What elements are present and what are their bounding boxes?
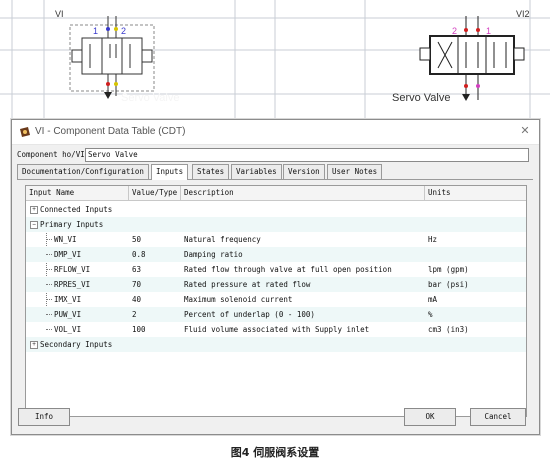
tab-inputs[interactable]: Inputs	[151, 164, 189, 180]
left-valve-id: VI	[55, 9, 64, 19]
input-name: RPRES_VI	[54, 280, 91, 289]
right-port-1: 1	[486, 26, 492, 36]
input-name: RFLOW_VI	[54, 265, 91, 274]
group-row-connected-inputs[interactable]: + Connected Inputs	[26, 202, 526, 217]
group-row-primary-inputs[interactable]: − Primary Inputs	[26, 217, 526, 232]
tab-divider	[17, 179, 533, 180]
input-name: VOL_VI	[54, 325, 82, 334]
input-value[interactable]: 100	[132, 322, 146, 337]
grid-header: Input Name Value/Type Description Units	[26, 186, 526, 201]
table-row[interactable]: RPRES_VI 70 Rated pressure at rated flow…	[26, 277, 526, 292]
input-description: Fluid volume associated with Supply inle…	[184, 325, 370, 334]
input-description: Natural frequency	[184, 235, 261, 244]
table-row[interactable]: VOL_VI 100 Fluid volume associated with …	[26, 322, 526, 337]
column-header-input-name[interactable]: Input Name	[26, 186, 129, 200]
ok-button[interactable]: OK	[404, 408, 456, 426]
right-valve-label: Servo Valve	[392, 92, 451, 104]
left-port-2: 2	[121, 26, 127, 36]
dialog-title: VI - Component Data Table (CDT)	[35, 126, 186, 137]
input-description: Rated pressure at rated flow	[184, 280, 311, 289]
group-label: Primary Inputs	[40, 220, 104, 229]
tab-variables[interactable]: Variables	[231, 164, 282, 179]
info-button[interactable]: Info	[18, 408, 70, 426]
input-units: lpm (gpm)	[428, 265, 469, 274]
column-header-value-type[interactable]: Value/Type	[129, 186, 181, 200]
component-name-field[interactable]: Servo Valve	[85, 148, 529, 162]
close-icon: ✕	[520, 124, 530, 137]
input-name: PUW_VI	[54, 310, 82, 319]
dialog-titlebar[interactable]: VI - Component Data Table (CDT) ✕	[12, 120, 539, 145]
tab-version[interactable]: Version	[283, 164, 325, 179]
component-label: Component ho/VI	[17, 150, 85, 159]
app-icon	[20, 127, 30, 137]
tree-branch	[46, 269, 52, 270]
input-units: mA	[428, 295, 438, 304]
table-row[interactable]: PUW_VI 2 Percent of underlap (0 - 100) %	[26, 307, 526, 322]
input-units: cm3 (in3)	[428, 325, 469, 334]
input-value[interactable]: 0.8	[132, 247, 146, 262]
tree-branch	[46, 239, 52, 240]
input-value[interactable]: 63	[132, 262, 141, 277]
tree-branch	[46, 254, 52, 255]
input-value[interactable]: 2	[132, 307, 137, 322]
schematic-canvas: VI VI2 1 2 2 1 Servo Valve Servo Valve	[0, 0, 550, 120]
table-row[interactable]: WN_VI 50 Natural frequency Hz	[26, 232, 526, 247]
close-button[interactable]: ✕	[517, 123, 533, 139]
figure-caption: 图4 伺服阀系设置	[230, 446, 320, 459]
tab-documentation[interactable]: Documentation/Configuration	[17, 164, 149, 179]
group-label: Connected Inputs	[40, 205, 113, 214]
right-port-2: 2	[452, 26, 458, 36]
tree-branch	[46, 329, 52, 330]
input-description: Rated flow through valve at full open po…	[184, 265, 392, 274]
schematic-drawing	[0, 0, 550, 120]
table-row[interactable]: DMP_VI 0.8 Damping ratio	[26, 247, 526, 262]
tree-branch	[46, 314, 52, 315]
inputs-grid: Input Name Value/Type Description Units …	[25, 185, 527, 417]
column-header-description[interactable]: Description	[181, 186, 425, 200]
input-description: Maximum solenoid current	[184, 295, 293, 304]
right-servo-valve[interactable]	[419, 16, 525, 101]
input-name: WN_VI	[54, 235, 77, 244]
component-data-table-dialog: VI - Component Data Table (CDT) ✕ Compon…	[11, 119, 540, 435]
left-servo-valve[interactable]	[69, 16, 155, 99]
tree-branch	[46, 299, 52, 300]
left-port-1: 1	[93, 26, 99, 36]
collapse-icon[interactable]: −	[30, 221, 38, 229]
expand-icon[interactable]: +	[30, 341, 38, 349]
input-name: DMP_VI	[54, 250, 82, 259]
input-name: IMX_VI	[54, 295, 82, 304]
input-value[interactable]: 50	[132, 232, 141, 247]
tree-branch	[46, 284, 52, 285]
table-row[interactable]: IMX_VI 40 Maximum solenoid current mA	[26, 292, 526, 307]
input-units: %	[428, 310, 433, 319]
expand-icon[interactable]: +	[30, 206, 38, 214]
left-valve-label: Servo Valve	[121, 92, 180, 104]
table-row[interactable]: RFLOW_VI 63 Rated flow through valve at …	[26, 262, 526, 277]
input-description: Percent of underlap (0 - 100)	[184, 310, 315, 319]
tab-user-notes[interactable]: User Notes	[327, 164, 383, 179]
cancel-button[interactable]: Cancel	[470, 408, 526, 426]
input-units: Hz	[428, 235, 438, 244]
group-row-secondary-inputs[interactable]: + Secondary Inputs	[26, 337, 526, 352]
group-label: Secondary Inputs	[40, 340, 113, 349]
input-description: Damping ratio	[184, 250, 243, 259]
input-value[interactable]: 70	[132, 277, 141, 292]
right-valve-id: VI2	[516, 9, 530, 19]
input-units: bar (psi)	[428, 280, 469, 289]
column-header-units[interactable]: Units	[425, 186, 525, 200]
input-value[interactable]: 40	[132, 292, 141, 307]
tab-states[interactable]: States	[192, 164, 230, 179]
